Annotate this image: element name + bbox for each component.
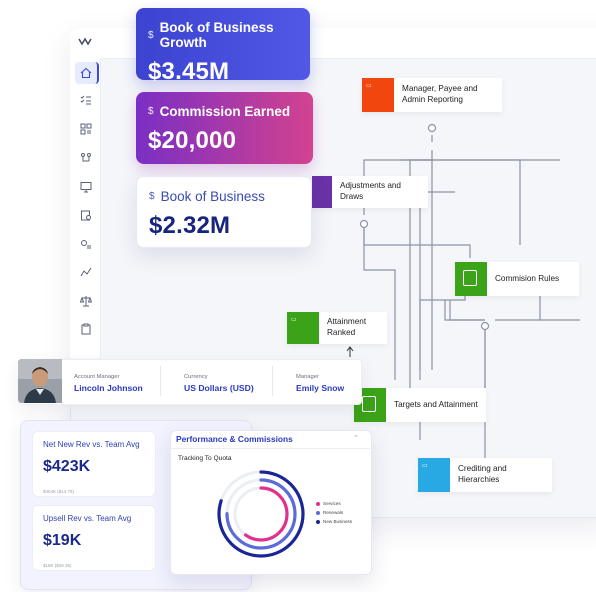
currency-label: Currency (184, 374, 208, 380)
legend-label: New Business (323, 519, 353, 524)
legend-swatch (316, 519, 320, 524)
currency: Currency US Dollars (USD) (184, 374, 254, 393)
kpi-commission-value: $20,000 (148, 127, 237, 154)
node-crediting[interactable]: ▭ Crediting and Hierarchies (418, 458, 552, 492)
performance-subtitle: Tracking To Quota (178, 455, 232, 462)
kpi-commission-title: Commission Earned (159, 104, 291, 119)
legend-swatch (316, 510, 320, 515)
kpi-book-growth-title: Book of Business Growth (159, 20, 274, 50)
node-rules[interactable]: Commision Rules (455, 262, 579, 296)
legend-label: Services (323, 501, 341, 506)
manager: Manager Emily Snow (296, 374, 344, 393)
node-ranked[interactable]: ▭ Attainment Ranked (287, 312, 387, 344)
stat-upsell-title: Upsell Rev vs. Team Avg (43, 514, 132, 523)
kpi-book-title: Book of Business (160, 189, 265, 204)
node-adjustments-label: Adjustments and Draws (340, 181, 401, 201)
manager-label: Manager (296, 374, 319, 380)
adjustments-swatch (312, 176, 332, 208)
account-manager-value: Lincoln Johnson (74, 383, 143, 393)
kpi-book-growth-value: $3.45M (148, 58, 230, 85)
legend-item: New Business (316, 519, 352, 524)
manager-value: Emily Snow (296, 383, 345, 393)
folder-icon: ▭ (287, 312, 319, 344)
node-crediting-label: Crediting and Hierarchies (458, 464, 507, 484)
folder-icon: ▭ (418, 458, 450, 492)
performance-title: Performance & Commissions (176, 434, 293, 444)
avatar (18, 359, 62, 403)
dollar-icon: $ (148, 106, 154, 117)
node-reporting[interactable]: ▭ Manager, Payee and Admin Reporting (362, 78, 502, 112)
kpi-book: $ Book of Business $2.32M (136, 176, 312, 248)
kpi-book-growth: $ Book of Business Growth $3.45M (136, 8, 310, 85)
currency-value: US Dollars (USD) (184, 383, 254, 393)
stat-new-rev: Net New Rev vs. Team Avg $423K $404K ($1… (32, 431, 156, 497)
folder-icon: ▭ (362, 78, 394, 112)
account-manager-label: Account Manager (74, 374, 120, 380)
legend-item: Services (316, 501, 341, 506)
legend-label: Renewals (323, 510, 344, 515)
node-targets[interactable]: Targets and Attainment (354, 388, 486, 422)
node-reporting-label: Manager, Payee and Admin Reporting (402, 84, 478, 104)
stat-upsell: Upsell Rev vs. Team Avg $19K $18K ($28.3… (32, 505, 156, 571)
chevron-up-icon[interactable]: ⌃ (353, 434, 359, 442)
stat-new-rev-value: $423K (43, 458, 91, 475)
stat-upsell-sub: $18K ($28.35) (43, 563, 72, 568)
kpi-commission: $ Commission Earned $20,000 (136, 92, 313, 164)
node-ranked-label: Attainment Ranked (327, 317, 367, 337)
dollar-icon: $ (148, 29, 154, 41)
dollar-icon: $ (149, 191, 155, 202)
kpi-book-value: $2.32M (149, 212, 231, 239)
legend-item: Renewals (316, 510, 343, 515)
account-manager: Account Manager Lincoln Johnson (74, 374, 143, 393)
divider (170, 448, 370, 449)
node-adjustments[interactable]: Adjustments and Draws (312, 176, 428, 208)
node-targets-label: Targets and Attainment (394, 399, 478, 409)
legend-swatch (316, 501, 320, 506)
stat-new-rev-sub: $404K ($14.75) (43, 489, 75, 494)
divider (272, 366, 273, 396)
divider (160, 366, 161, 396)
stat-upsell-value: $19K (43, 532, 82, 549)
calculator-icon (455, 262, 487, 296)
radial-chart (217, 470, 305, 558)
node-rules-label: Commision Rules (495, 273, 560, 283)
stat-new-rev-title: Net New Rev vs. Team Avg (43, 440, 140, 449)
